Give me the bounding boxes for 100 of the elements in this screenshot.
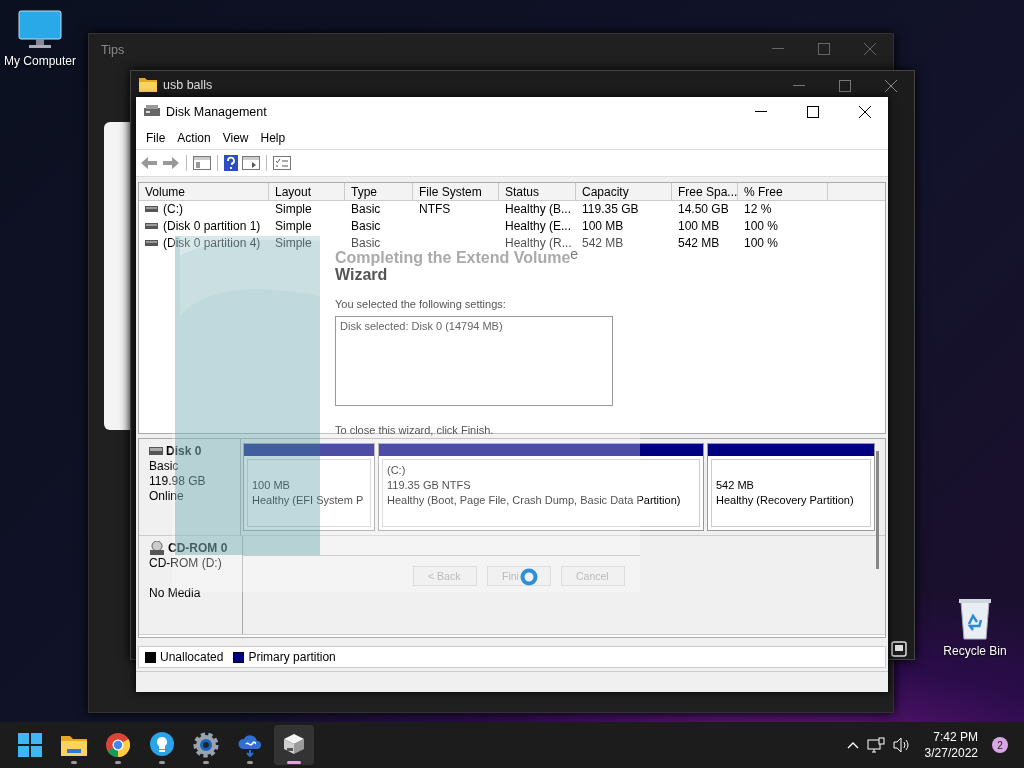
action-pane-icon[interactable]: [242, 155, 260, 170]
column-header[interactable]: % Free: [738, 182, 828, 200]
table-cell: 119.35 GB: [582, 202, 639, 217]
wizard-title-line: Wizard: [335, 266, 388, 283]
forward-arrow-icon[interactable]: [162, 155, 180, 170]
table-cell: 12 %: [744, 202, 772, 217]
cd-drive-icon: [149, 541, 165, 556]
wizard-title: Completing the Extend Volume: [335, 249, 571, 266]
table-cell: NTFS: [419, 202, 451, 217]
help-icon[interactable]: [224, 154, 238, 171]
console-tree-icon[interactable]: [193, 155, 211, 170]
table-cell: Healthy (B...: [505, 202, 572, 217]
settings-label: You selected the following settings:: [335, 298, 507, 310]
partition-text: 100 MB: [252, 477, 291, 493]
table-cell: Basic: [351, 236, 381, 251]
table-cell: 100 %: [744, 236, 779, 251]
windows-logo-icon[interactable]: [18, 733, 42, 757]
chevron-up-icon[interactable]: [846, 741, 859, 749]
disk-management-icon: [144, 105, 160, 119]
folder-icon[interactable]: [61, 734, 87, 756]
table-cell: Basic: [351, 219, 381, 234]
clock-date[interactable]: 3/27/2022: [924, 745, 978, 761]
table-cell: 542 MB: [582, 236, 624, 251]
cloud-icon[interactable]: [237, 733, 263, 757]
disk-info: CD-ROM (D:): [149, 555, 223, 571]
title-fragment: e: [570, 246, 579, 262]
column-header[interactable]: File System: [413, 182, 499, 200]
disk-info: 119.98 GB: [149, 473, 207, 489]
taskbar-app[interactable]: [274, 725, 314, 765]
drive-icon: [145, 240, 158, 247]
column-header[interactable]: Layout: [269, 182, 345, 200]
network-icon[interactable]: [866, 737, 885, 753]
legend-label: Unallocated: [160, 650, 224, 665]
browser-icon[interactable]: [106, 733, 130, 757]
disk-name: Disk 0: [166, 443, 202, 459]
menu-item[interactable]: Action: [171, 130, 217, 145]
column-header[interactable]: Status: [499, 182, 576, 200]
table-cell: Basic: [351, 202, 381, 217]
partition-text: 119.35 GB NTFS: [387, 477, 472, 493]
table-cell: Healthy (E...: [505, 219, 572, 234]
folder-icon: [139, 77, 157, 92]
table-cell: 14.50 GB: [678, 202, 729, 217]
window-icon[interactable]: [891, 641, 907, 657]
table-cell: Simple: [275, 236, 312, 251]
menu-item[interactable]: Help: [254, 130, 292, 145]
drive-icon: [145, 206, 158, 213]
settings-list: Disk selected: Disk 0 (14794 MB): [335, 316, 613, 406]
volume-icon[interactable]: [892, 737, 911, 753]
partition-block[interactable]: (C:) 119.35 GB NTFS Healthy (Boot, Page File, Crash Dump, Basic Data Partition): [378, 442, 704, 531]
maximize-icon[interactable]: [807, 106, 819, 118]
drive-icon: [145, 223, 158, 230]
menu-item[interactable]: View: [216, 130, 255, 145]
legend-label: Primary partition: [248, 650, 336, 665]
partition-text: Healthy (EFI System P: [252, 492, 365, 508]
disk-name: CD-ROM 0: [168, 540, 228, 556]
clock-time[interactable]: 7:42 PM: [933, 729, 978, 745]
back-arrow-icon[interactable]: [140, 155, 158, 170]
table-cell: Simple: [275, 202, 312, 217]
table-cell: 542 MB: [678, 236, 720, 251]
table-cell: 100 MB: [678, 219, 720, 234]
minimize-icon[interactable]: [755, 111, 767, 113]
table-cell: (Disk 0 partition 4): [163, 236, 261, 251]
column-header[interactable]: Volume: [139, 182, 269, 200]
window-title: Tips: [101, 43, 125, 57]
table-cell: 100 MB: [582, 219, 624, 234]
monitor-icon: [18, 10, 62, 50]
checklist-icon[interactable]: [273, 155, 291, 170]
loading-spinner-icon: [520, 568, 538, 586]
close-icon[interactable]: [859, 106, 871, 118]
disk-label-panel[interactable]: CD-ROM 0 CD-ROM (D:) No Media: [139, 535, 243, 634]
window-title: usb balls: [163, 77, 213, 92]
disk-info: No Media: [149, 585, 202, 601]
notification-badge[interactable]: 2: [992, 737, 1008, 753]
settings-icon[interactable]: [193, 732, 219, 758]
recycle-bin-icon: [957, 596, 993, 640]
partition-text: 542 MB: [716, 477, 755, 493]
lightbulb-icon[interactable]: [150, 732, 174, 758]
partition-text: Healthy (Recovery Partition): [716, 492, 855, 508]
scrollbar[interactable]: [876, 450, 879, 569]
disk-info: Online: [149, 488, 185, 504]
column-header[interactable]: Free Spa...: [672, 182, 738, 200]
partition-text: Healthy (Boot, Page File, Crash Dump, Basic Data Partition): [387, 492, 682, 508]
desktop-icon-label[interactable]: Recycle Bin: [943, 644, 1007, 658]
close-hint: To close this wizard, click Finish.: [335, 424, 495, 436]
disk-management-icon[interactable]: [281, 733, 307, 757]
table-cell: 100 %: [744, 219, 779, 234]
table-cell: (Disk 0 partition 1): [163, 219, 261, 234]
menu-item[interactable]: File: [140, 130, 172, 145]
table-cell: Simple: [275, 219, 312, 234]
table-cell: (C:): [163, 202, 183, 217]
window-title: Disk Management: [166, 105, 268, 119]
column-header[interactable]: Capacity: [576, 182, 672, 200]
table-cell: Healthy (R...: [505, 236, 572, 251]
desktop-icon-label[interactable]: My Computer: [4, 54, 76, 68]
disk-label-panel[interactable]: Disk 0 Basic 119.98 GB Online: [139, 438, 241, 535]
partition-text: (C:): [387, 462, 407, 478]
partition-block[interactable]: 100 MB Healthy (EFI System P: [243, 442, 375, 531]
partition-block[interactable]: 542 MB Healthy (Recovery Partition): [707, 442, 875, 531]
column-header[interactable]: Type: [345, 182, 413, 200]
disk-info: Basic: [149, 458, 180, 474]
